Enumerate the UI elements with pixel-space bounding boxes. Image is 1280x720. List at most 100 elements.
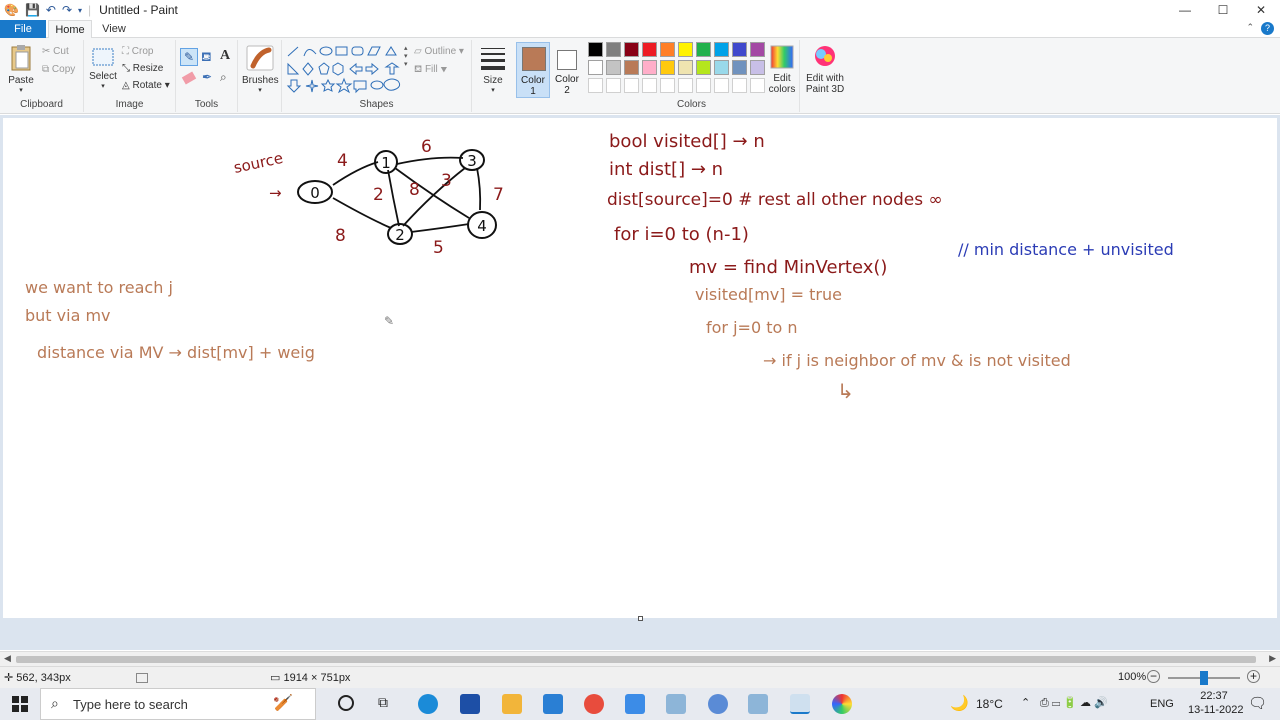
color-swatch[interactable] bbox=[624, 60, 639, 75]
collapse-ribbon-icon[interactable]: ⌃ bbox=[1246, 22, 1254, 33]
zoom-app-icon[interactable] bbox=[625, 694, 645, 714]
color-swatch[interactable] bbox=[660, 42, 675, 57]
canvas-resize-handle[interactable] bbox=[638, 616, 643, 621]
notepad-app-icon[interactable] bbox=[748, 694, 768, 714]
color-swatch[interactable] bbox=[588, 60, 603, 75]
undo-icon[interactable]: ↶ bbox=[46, 3, 56, 17]
weather-temp[interactable]: 18°C bbox=[976, 697, 1003, 711]
color-swatch[interactable] bbox=[606, 60, 621, 75]
scroll-right-icon[interactable]: ▶ bbox=[1269, 653, 1276, 664]
fill-button[interactable]: ⛾ Fill ▾ bbox=[414, 64, 447, 77]
size-dropdown-icon[interactable]: ▾ bbox=[476, 86, 510, 94]
show-hidden-icons[interactable]: ⌃ bbox=[1021, 696, 1030, 709]
paint-taskbar-icon[interactable] bbox=[790, 694, 810, 714]
color-swatch[interactable] bbox=[750, 60, 765, 75]
chrome-icon[interactable] bbox=[584, 694, 604, 714]
custom-color-slot[interactable] bbox=[624, 78, 639, 93]
tab-view[interactable]: View bbox=[96, 20, 132, 38]
color2-button[interactable]: Color 2 bbox=[552, 42, 582, 98]
resize-button[interactable]: ⤡ Resize bbox=[122, 63, 163, 74]
scroll-thumb[interactable] bbox=[16, 656, 1256, 663]
windows-start-icon[interactable] bbox=[12, 696, 28, 712]
custom-color-slot[interactable] bbox=[732, 78, 747, 93]
save-icon[interactable]: 💾 bbox=[25, 3, 40, 17]
shapes-gallery[interactable] bbox=[286, 44, 412, 94]
rotate-button[interactable]: ◬ Rotate ▾ bbox=[122, 80, 170, 91]
text-icon[interactable]: A bbox=[220, 48, 230, 64]
custom-color-slot[interactable] bbox=[642, 78, 657, 93]
moon-weather-icon[interactable]: 🌙 bbox=[950, 694, 969, 712]
magnifier-icon[interactable]: ⌕ bbox=[220, 70, 227, 85]
outline-button[interactable]: ▱ Outline ▾ bbox=[414, 46, 464, 57]
brushes-dropdown-icon[interactable]: ▾ bbox=[242, 86, 278, 94]
tray-icons[interactable]: ⎙ ▭ 🔋 ☁ 🔊 bbox=[1040, 696, 1108, 710]
custom-color-slot[interactable] bbox=[696, 78, 711, 93]
taskbar-search-box[interactable]: ⌕ Type here to search 🏏 bbox=[40, 688, 316, 720]
color-swatch[interactable] bbox=[714, 60, 729, 75]
color-swatch[interactable] bbox=[678, 60, 693, 75]
color-swatch[interactable] bbox=[714, 42, 729, 57]
brushes-button[interactable]: Brushes ▾ bbox=[242, 44, 279, 94]
select-dropdown-icon[interactable]: ▾ bbox=[88, 82, 118, 90]
notification-icon[interactable]: 🗨 bbox=[1248, 694, 1267, 712]
shapes-scroll-icon[interactable]: ▴ ▾ ▾ bbox=[404, 44, 408, 68]
horizontal-scrollbar[interactable]: ◀ ▶ bbox=[0, 651, 1280, 666]
zoom-slider-thumb[interactable] bbox=[1200, 671, 1208, 685]
zoom-out-button[interactable]: − bbox=[1147, 670, 1160, 683]
cortana-icon[interactable] bbox=[338, 695, 354, 711]
task-view-icon[interactable]: ⧉ bbox=[378, 694, 388, 711]
custom-color-slot[interactable] bbox=[678, 78, 693, 93]
color-swatch[interactable] bbox=[588, 42, 603, 57]
help-icon[interactable]: ? bbox=[1261, 22, 1274, 35]
copy-button[interactable]: ⧉ Copy bbox=[42, 64, 75, 75]
close-button[interactable]: ✕ bbox=[1242, 0, 1280, 20]
custom-color-slot[interactable] bbox=[606, 78, 621, 93]
word-app-icon[interactable] bbox=[708, 694, 728, 714]
zoom-in-button[interactable]: + bbox=[1247, 670, 1260, 683]
color-swatch[interactable] bbox=[642, 60, 657, 75]
edit-colors-button[interactable]: Edit colors bbox=[764, 44, 800, 95]
color-swatch[interactable] bbox=[750, 42, 765, 57]
color-swatch[interactable] bbox=[624, 42, 639, 57]
language-indicator[interactable]: ENG bbox=[1150, 698, 1174, 710]
custom-color-slot[interactable] bbox=[714, 78, 729, 93]
color-swatch[interactable] bbox=[642, 42, 657, 57]
paste-button[interactable]: Paste ▾ bbox=[6, 44, 36, 94]
color1-button[interactable]: Color 1 bbox=[516, 42, 550, 98]
paste-dropdown-icon[interactable]: ▾ bbox=[6, 86, 36, 94]
drawing-canvas[interactable]: 0 1 2 3 4 4 6 2 8 3 7 8 5 source → we wa… bbox=[3, 118, 1277, 618]
edge-icon[interactable] bbox=[418, 694, 438, 714]
color-swatch[interactable] bbox=[732, 42, 747, 57]
custom-color-slot[interactable] bbox=[660, 78, 675, 93]
crop-button[interactable]: ⛶ Crop bbox=[122, 46, 153, 57]
file-explorer-icon[interactable] bbox=[502, 694, 522, 714]
clock[interactable]: 22:37 13-11-2022 bbox=[1188, 690, 1243, 716]
pencil-icon[interactable]: ✎ bbox=[180, 48, 198, 66]
edit-with-paint3d-button[interactable]: Edit with Paint 3D bbox=[804, 44, 846, 95]
custom-color-slot[interactable] bbox=[750, 78, 765, 93]
scroll-left-icon[interactable]: ◀ bbox=[4, 653, 11, 664]
cut-button[interactable]: ✂ Cut bbox=[42, 46, 69, 57]
store-icon[interactable] bbox=[460, 694, 480, 714]
custom-color-slot[interactable] bbox=[588, 78, 603, 93]
mail-icon[interactable] bbox=[543, 694, 563, 714]
maximize-button[interactable]: ☐ bbox=[1204, 0, 1242, 20]
color-swatch[interactable] bbox=[732, 60, 747, 75]
customize-quick-access-icon[interactable]: ▾ bbox=[78, 6, 82, 15]
eraser-icon[interactable] bbox=[181, 71, 197, 85]
color-swatch[interactable] bbox=[678, 42, 693, 57]
redo-icon[interactable]: ↷ bbox=[62, 3, 72, 17]
size-button[interactable]: Size ▾ bbox=[476, 44, 510, 94]
color-swatch[interactable] bbox=[606, 42, 621, 57]
sticky-app-icon[interactable] bbox=[666, 694, 686, 714]
color-picker-icon[interactable]: ✒ bbox=[202, 70, 212, 84]
photos-icon[interactable] bbox=[832, 694, 852, 714]
select-button[interactable]: Select ▾ bbox=[88, 46, 118, 90]
minimize-button[interactable]: — bbox=[1166, 0, 1204, 20]
tab-home[interactable]: Home bbox=[48, 20, 92, 39]
fill-icon[interactable]: ⛾ bbox=[201, 49, 212, 67]
color-swatch[interactable] bbox=[696, 60, 711, 75]
tab-file[interactable]: File bbox=[0, 20, 46, 38]
color-swatch[interactable] bbox=[696, 42, 711, 57]
color-swatch[interactable] bbox=[660, 60, 675, 75]
